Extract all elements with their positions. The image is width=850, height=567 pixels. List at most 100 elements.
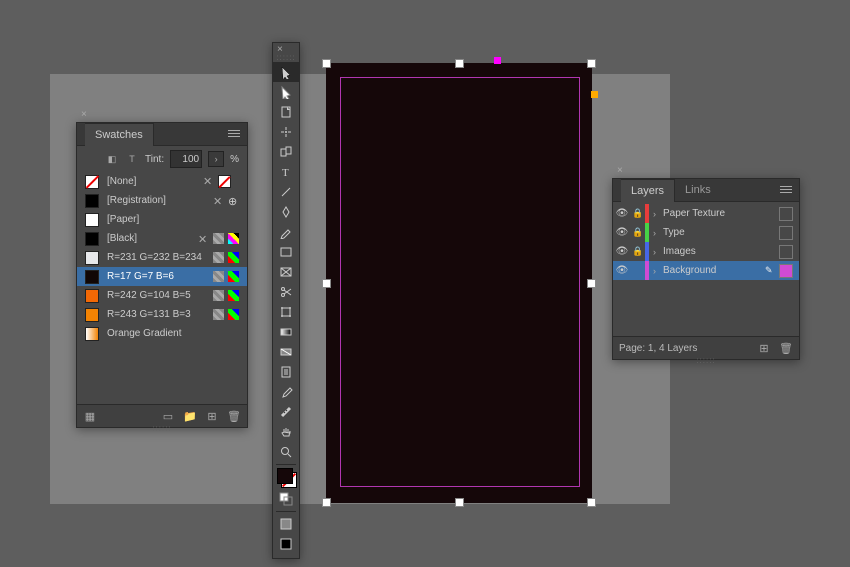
swatch-chip	[85, 327, 99, 341]
swatch-row[interactable]: [Registration]✕⊕	[77, 191, 247, 210]
gradient-feather-tool[interactable]	[273, 342, 299, 362]
visibility-icon[interactable]: 👁	[613, 227, 631, 238]
layer-name: Paper Texture	[663, 208, 765, 219]
shear-reference[interactable]	[591, 91, 598, 98]
lock-icon[interactable]: 🔒	[631, 227, 645, 238]
target-icon[interactable]: ✎	[765, 265, 779, 276]
resize-handle-s[interactable]	[455, 498, 464, 507]
selection-tool[interactable]	[273, 62, 299, 82]
direct-selection-tool[interactable]	[273, 82, 299, 102]
rectangle-frame-tool[interactable]	[273, 262, 299, 282]
none-icon	[218, 175, 231, 188]
tint-unit: %	[230, 154, 239, 165]
panel-grip[interactable]: ::::::	[273, 53, 299, 62]
gradient-swatch-tool[interactable]	[273, 322, 299, 342]
resize-handle-nw[interactable]	[322, 59, 331, 68]
disclosure-icon[interactable]: ›	[653, 209, 663, 219]
selection-indicator[interactable]	[779, 226, 793, 240]
disclosure-icon[interactable]: ›	[653, 228, 663, 238]
fill-stroke-proxy[interactable]	[277, 468, 295, 486]
swatch-row[interactable]: R=231 G=232 B=234	[77, 248, 247, 267]
new-group-icon[interactable]: 📁	[183, 409, 197, 423]
content-collector-tool[interactable]	[273, 142, 299, 162]
free-transform-tool[interactable]	[273, 302, 299, 322]
default-fill-stroke[interactable]	[273, 489, 299, 509]
resize-grip[interactable]: ::::::	[77, 424, 247, 433]
layer-name: Type	[663, 227, 765, 238]
swatch-chip	[85, 175, 99, 189]
resize-handle-sw[interactable]	[322, 498, 331, 507]
scissors-tool[interactable]	[273, 282, 299, 302]
rgb-mode-icon	[228, 290, 239, 301]
visibility-icon[interactable]: 👁	[613, 246, 631, 257]
layer-color	[645, 204, 649, 223]
tab-swatches[interactable]: Swatches	[85, 123, 154, 146]
resize-handle-w[interactable]	[322, 279, 331, 288]
delete-swatch-icon[interactable]: 🗑	[227, 409, 241, 423]
line-tool[interactable]	[273, 182, 299, 202]
type-tool[interactable]: T	[273, 162, 299, 182]
canvas[interactable]	[326, 63, 592, 503]
selection-indicator[interactable]	[779, 264, 793, 278]
layer-row[interactable]: 👁🔒 ›Paper Texture	[613, 204, 799, 223]
page-tool[interactable]	[273, 102, 299, 122]
view-mode-normal[interactable]	[273, 514, 299, 534]
eyedropper-tool[interactable]	[273, 382, 299, 402]
view-mode-preview[interactable]	[273, 534, 299, 554]
visibility-icon[interactable]: 👁	[613, 265, 631, 276]
zoom-tool[interactable]	[273, 442, 299, 462]
tab-layers[interactable]: Layers	[621, 179, 675, 202]
pencil-tool[interactable]	[273, 222, 299, 242]
pen-tool[interactable]	[273, 202, 299, 222]
layer-row[interactable]: 👁🔒 ›Type	[613, 223, 799, 242]
visibility-icon[interactable]: 👁	[613, 208, 631, 219]
swatch-row[interactable]: R=17 G=7 B=6	[77, 267, 247, 286]
swatch-row[interactable]: [Paper]	[77, 210, 247, 229]
resize-handle-e[interactable]	[587, 279, 596, 288]
note-tool[interactable]	[273, 362, 299, 382]
fill-toggle-icon[interactable]: ◧	[105, 152, 119, 166]
swatch-row[interactable]: [None]✕	[77, 172, 247, 191]
lock-icon[interactable]: 🔒	[631, 208, 645, 219]
margin-guide	[340, 77, 580, 487]
new-layer-icon[interactable]: ⊞	[757, 341, 771, 355]
panel-menu-icon[interactable]	[780, 184, 794, 196]
resize-handle-ne[interactable]	[587, 59, 596, 68]
selection-indicator[interactable]	[779, 207, 793, 221]
tint-flyout-button[interactable]: ›	[208, 151, 224, 167]
fill-proxy[interactable]	[277, 468, 293, 484]
swatches-panel: × Swatches ◧ T Tint: › % [None]✕[Registr…	[76, 122, 248, 428]
show-options-icon[interactable]: ▭	[161, 409, 175, 423]
resize-grip[interactable]: ::::::	[613, 356, 799, 365]
tint-input[interactable]	[170, 150, 202, 168]
resize-handle-se[interactable]	[587, 498, 596, 507]
hand-tool[interactable]	[273, 422, 299, 442]
swatch-row[interactable]: R=243 G=131 B=3	[77, 305, 247, 324]
resize-handle-n[interactable]	[455, 59, 464, 68]
rotation-reference[interactable]	[494, 57, 501, 64]
panel-header[interactable]: Swatches	[77, 123, 247, 146]
swatch-view-icon[interactable]: ▦	[83, 409, 97, 423]
delete-layer-icon[interactable]: 🗑	[779, 341, 793, 355]
lock-icon[interactable]: 🔒	[631, 246, 645, 257]
disclosure-icon[interactable]: ›	[653, 247, 663, 257]
swatch-row[interactable]: Orange Gradient	[77, 324, 247, 343]
swatch-chip	[85, 308, 99, 322]
swatch-row[interactable]: [Black]✕	[77, 229, 247, 248]
rectangle-tool[interactable]	[273, 242, 299, 262]
panel-header[interactable]: Layers Links	[613, 179, 799, 202]
close-icon[interactable]: ×	[617, 165, 627, 175]
stroke-toggle-icon[interactable]: T	[125, 152, 139, 166]
swatch-row[interactable]: R=242 G=104 B=5	[77, 286, 247, 305]
swatch-name: [Black]	[107, 233, 198, 244]
close-icon[interactable]: ×	[81, 109, 91, 119]
new-swatch-icon[interactable]: ⊞	[205, 409, 219, 423]
gap-tool[interactable]	[273, 122, 299, 142]
tab-links[interactable]: Links	[675, 179, 721, 201]
disclosure-icon[interactable]: ›	[653, 266, 663, 276]
layer-row[interactable]: 👁🔒›Images	[613, 242, 799, 261]
selection-indicator[interactable]	[779, 245, 793, 259]
layer-row[interactable]: 👁›Background✎	[613, 261, 799, 280]
panel-menu-icon[interactable]	[228, 128, 242, 140]
measure-tool[interactable]	[273, 402, 299, 422]
